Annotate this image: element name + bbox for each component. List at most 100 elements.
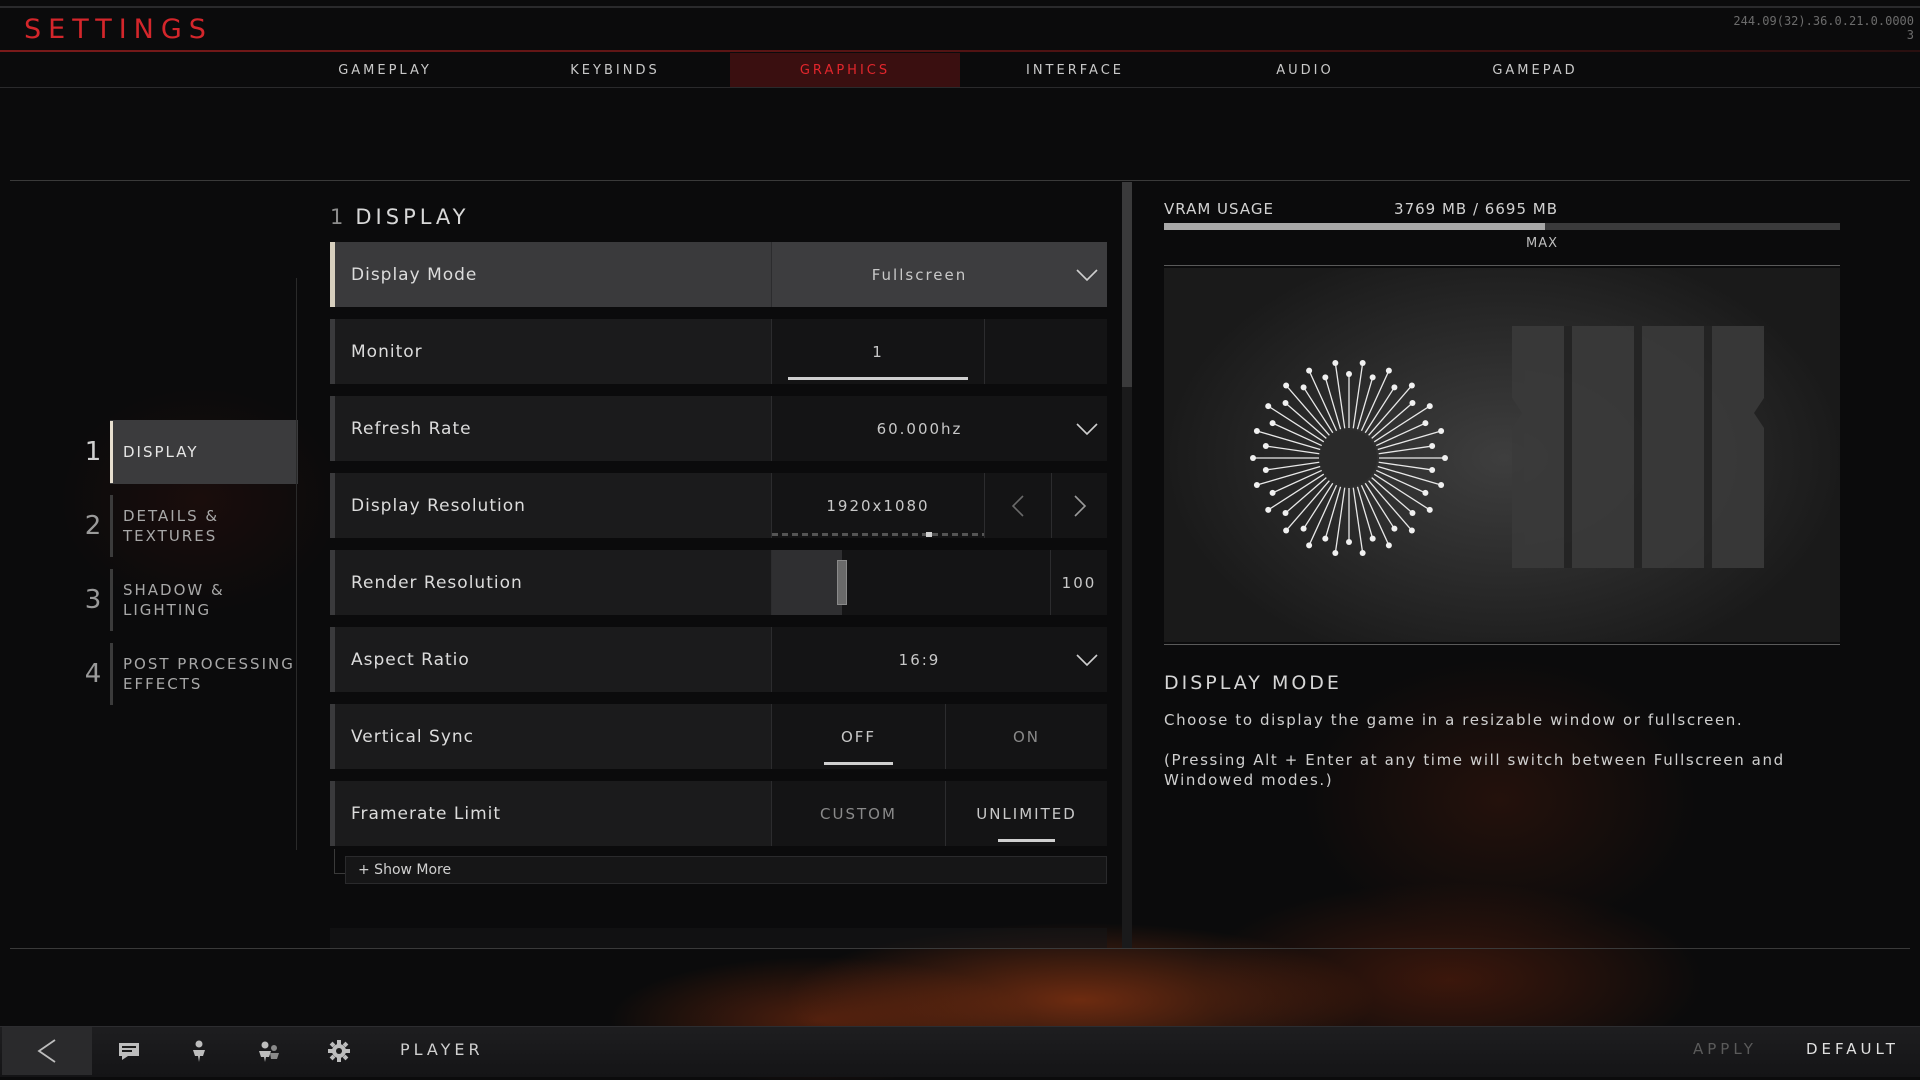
slider-fill [772, 550, 842, 615]
setting-framerate-limit[interactable]: Framerate Limit CUSTOM UNLIMITED [330, 781, 1107, 846]
category-display[interactable]: 1 DISPLAY [76, 420, 298, 484]
tab-gameplay[interactable]: GAMEPLAY [270, 53, 500, 87]
setting-label: Display Resolution [351, 495, 526, 516]
category-details-textures[interactable]: 2 DETAILS & TEXTURES [76, 494, 298, 558]
resolution-value-cell: 1920x1080 [772, 473, 985, 538]
back-arrow-icon [37, 1039, 56, 1063]
setting-preview-image [1164, 268, 1840, 642]
selected-underline [824, 762, 893, 765]
vertical-sync-toggle: OFF ON [771, 704, 1107, 769]
render-resolution-control: 100 [771, 550, 1107, 615]
setting-display-resolution[interactable]: Display Resolution 1920x1080 [330, 473, 1107, 538]
tabs-divider [0, 87, 1920, 88]
scrollbar-thumb[interactable] [1122, 182, 1132, 387]
setting-label: Monitor [351, 341, 423, 362]
preview-top-rule [1164, 265, 1840, 266]
setting-label: Display Mode [351, 264, 478, 285]
preview-bottom-rule [1164, 644, 1840, 645]
resolution-tick-current [926, 532, 932, 537]
tab-keybinds[interactable]: KEYBINDS [500, 53, 730, 87]
framerate-custom-option[interactable]: CUSTOM [772, 781, 946, 846]
tab-audio[interactable]: AUDIO [1190, 53, 1420, 87]
option-label: CUSTOM [820, 804, 897, 823]
option-label: ON [1012, 727, 1041, 746]
category-bar [110, 643, 113, 705]
vram-value: 3769 MB / 6695 MB [1394, 200, 1558, 218]
section-number: 1 [330, 205, 348, 229]
monitor-empty-slot [985, 319, 1107, 384]
chevron-down-icon [1067, 627, 1107, 692]
section-title: 1 DISPLAY [330, 205, 469, 229]
gear-icon[interactable] [325, 1038, 353, 1064]
monitor-value: 1 [872, 342, 884, 361]
setting-refresh-rate[interactable]: Refresh Rate 60.000hz [330, 396, 1107, 461]
setting-aspect-ratio[interactable]: Aspect Ratio 16:9 [330, 627, 1107, 692]
selected-underline [998, 839, 1055, 842]
apply-button[interactable]: APPLY [1693, 1040, 1757, 1058]
display-resolution-stepper: 1920x1080 [771, 473, 1107, 538]
vram-label: VRAM USAGE [1164, 200, 1274, 218]
setting-monitor[interactable]: Monitor 1 [330, 319, 1107, 384]
title-underline [0, 50, 1920, 52]
party-icon[interactable] [255, 1038, 283, 1064]
tab-interface[interactable]: INTERFACE [960, 53, 1190, 87]
player-label: PLAYER [400, 1040, 484, 1059]
aspect-ratio-dropdown[interactable]: 16:9 [771, 627, 1107, 692]
nav-divider [296, 278, 297, 850]
setting-label: Vertical Sync [351, 726, 475, 747]
chat-icon[interactable] [115, 1038, 143, 1064]
setting-display-mode[interactable]: Display Mode Fullscreen [330, 242, 1107, 307]
category-post-processing[interactable]: 4 POST PROCESSING EFFECTS [76, 642, 298, 706]
settings-list: Display Mode Fullscreen Monitor 1 Refres… [330, 242, 1107, 858]
setting-vertical-sync[interactable]: Vertical Sync OFF ON [330, 704, 1107, 769]
category-label: DETAILS & TEXTURES [123, 507, 220, 545]
resolution-next-button[interactable] [1052, 473, 1107, 538]
slider-handle[interactable] [836, 560, 847, 605]
resolution-value: 1920x1080 [826, 496, 930, 515]
section-title-text: DISPLAY [355, 205, 470, 229]
category-label: SHADOW & LIGHTING [123, 581, 225, 619]
setting-label: Render Resolution [351, 572, 523, 593]
settings-tabs: GAMEPLAY KEYBINDS GRAPHICS INTERFACE AUD… [270, 53, 1650, 87]
vram-usage-bar [1164, 223, 1840, 230]
category-label: POST PROCESSING EFFECTS [123, 655, 295, 693]
dropdown-value: 16:9 [898, 650, 941, 669]
top-border [0, 6, 1920, 8]
resolution-ticks [772, 533, 984, 536]
vram-usage-fill [1164, 223, 1545, 230]
chevron-right-icon [1073, 494, 1086, 517]
next-setting-row-faded [330, 928, 1107, 948]
back-button[interactable] [2, 1027, 92, 1075]
monitor-option[interactable]: 1 [772, 319, 985, 384]
monitor-selector: 1 [771, 319, 1107, 384]
build-version-line: 3 [1906, 28, 1914, 42]
description-note: (Pressing Alt + Enter at any time will s… [1164, 751, 1785, 789]
category-number: 3 [84, 585, 102, 615]
category-number: 1 [84, 437, 102, 467]
refresh-rate-dropdown[interactable]: 60.000hz [771, 396, 1107, 461]
render-resolution-slider[interactable] [772, 550, 1051, 615]
category-shadow-lighting[interactable]: 3 SHADOW & LIGHTING [76, 568, 298, 632]
player-icon[interactable] [185, 1038, 213, 1064]
tab-graphics[interactable]: GRAPHICS [730, 53, 960, 87]
category-bar [110, 421, 113, 483]
display-mode-dropdown[interactable]: Fullscreen [771, 242, 1107, 307]
default-button[interactable]: DEFAULT [1806, 1040, 1899, 1058]
chevron-left-icon [1011, 494, 1024, 517]
category-number: 2 [84, 511, 102, 541]
tab-gamepad[interactable]: GAMEPAD [1420, 53, 1650, 87]
resolution-prev-button[interactable] [985, 473, 1052, 538]
description-text: Choose to display the game in a resizabl… [1164, 711, 1744, 729]
build-version: 244.09(32).36.0.21.0.0000 3 [1733, 14, 1914, 42]
build-version-line: 244.09(32).36.0.21.0.0000 [1733, 14, 1914, 28]
vsync-on-option[interactable]: ON [946, 704, 1107, 769]
setting-label: Framerate Limit [351, 803, 502, 824]
content-bottom-rule [10, 948, 1910, 949]
option-label: UNLIMITED [976, 804, 1077, 823]
vsync-off-option[interactable]: OFF [772, 704, 946, 769]
show-more-button[interactable]: + Show More [345, 856, 1107, 884]
setting-render-resolution[interactable]: Render Resolution 100 [330, 550, 1107, 615]
framerate-unlimited-option[interactable]: UNLIMITED [946, 781, 1107, 846]
category-bar [110, 495, 113, 557]
vram-max-label: MAX [1525, 236, 1558, 251]
